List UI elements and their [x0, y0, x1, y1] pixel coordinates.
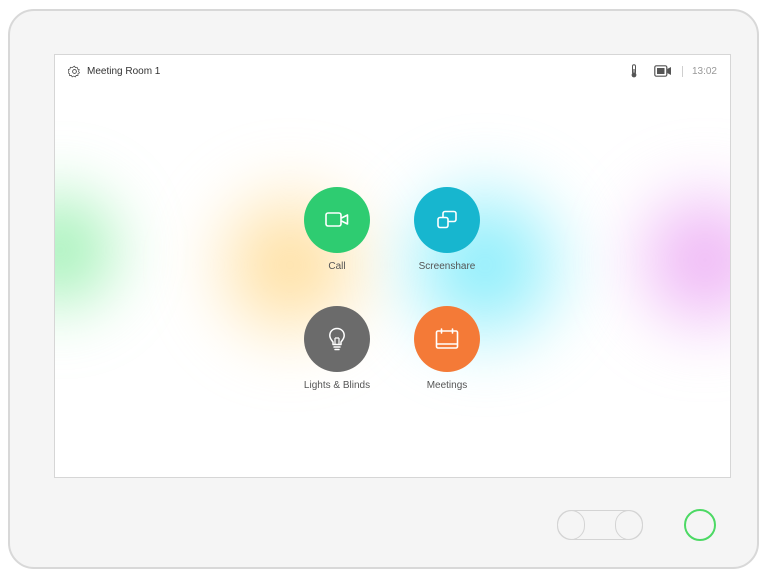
- screenshare-button[interactable]: [414, 187, 480, 253]
- gear-icon[interactable]: [68, 65, 81, 78]
- thermometer-icon: [631, 64, 637, 78]
- touch-screen: Meeting Room 1 13:02 Call Screenshare Li…: [54, 54, 731, 478]
- lightbulb-icon: [329, 327, 345, 351]
- ambient-glow-green: [55, 165, 135, 335]
- screenshare-tile[interactable]: Screenshare: [397, 187, 497, 272]
- power-button[interactable]: [684, 509, 716, 541]
- screenshare-icon: [437, 210, 457, 229]
- volume-rocker[interactable]: [557, 510, 643, 540]
- call-tile[interactable]: Call: [287, 187, 387, 272]
- room-name: Meeting Room 1: [87, 66, 161, 77]
- clock: 13:02: [691, 65, 717, 77]
- lights-blinds-button[interactable]: [304, 306, 370, 372]
- volume-up-button[interactable]: [615, 510, 643, 540]
- ambient-glow-purple: [615, 165, 730, 355]
- status-indicators: 13:02: [630, 64, 717, 78]
- volume-down-button[interactable]: [557, 510, 585, 540]
- calendar-icon: [435, 328, 459, 349]
- lights-blinds-tile[interactable]: Lights & Blinds: [287, 306, 387, 391]
- screenshare-label: Screenshare: [418, 261, 476, 272]
- meetings-tile[interactable]: Meetings: [397, 306, 497, 391]
- call-label: Call: [328, 261, 346, 272]
- status-bar: Meeting Room 1 13:02: [55, 55, 730, 89]
- video-camera-icon: [325, 212, 349, 227]
- call-button[interactable]: [304, 187, 370, 253]
- meetings-label: Meetings: [426, 380, 468, 391]
- room-settings[interactable]: Meeting Room 1: [68, 65, 160, 78]
- meetings-button[interactable]: [414, 306, 480, 372]
- lights-blinds-label: Lights & Blinds: [303, 380, 371, 391]
- status-divider: [681, 65, 683, 77]
- camera-icon[interactable]: [654, 65, 672, 77]
